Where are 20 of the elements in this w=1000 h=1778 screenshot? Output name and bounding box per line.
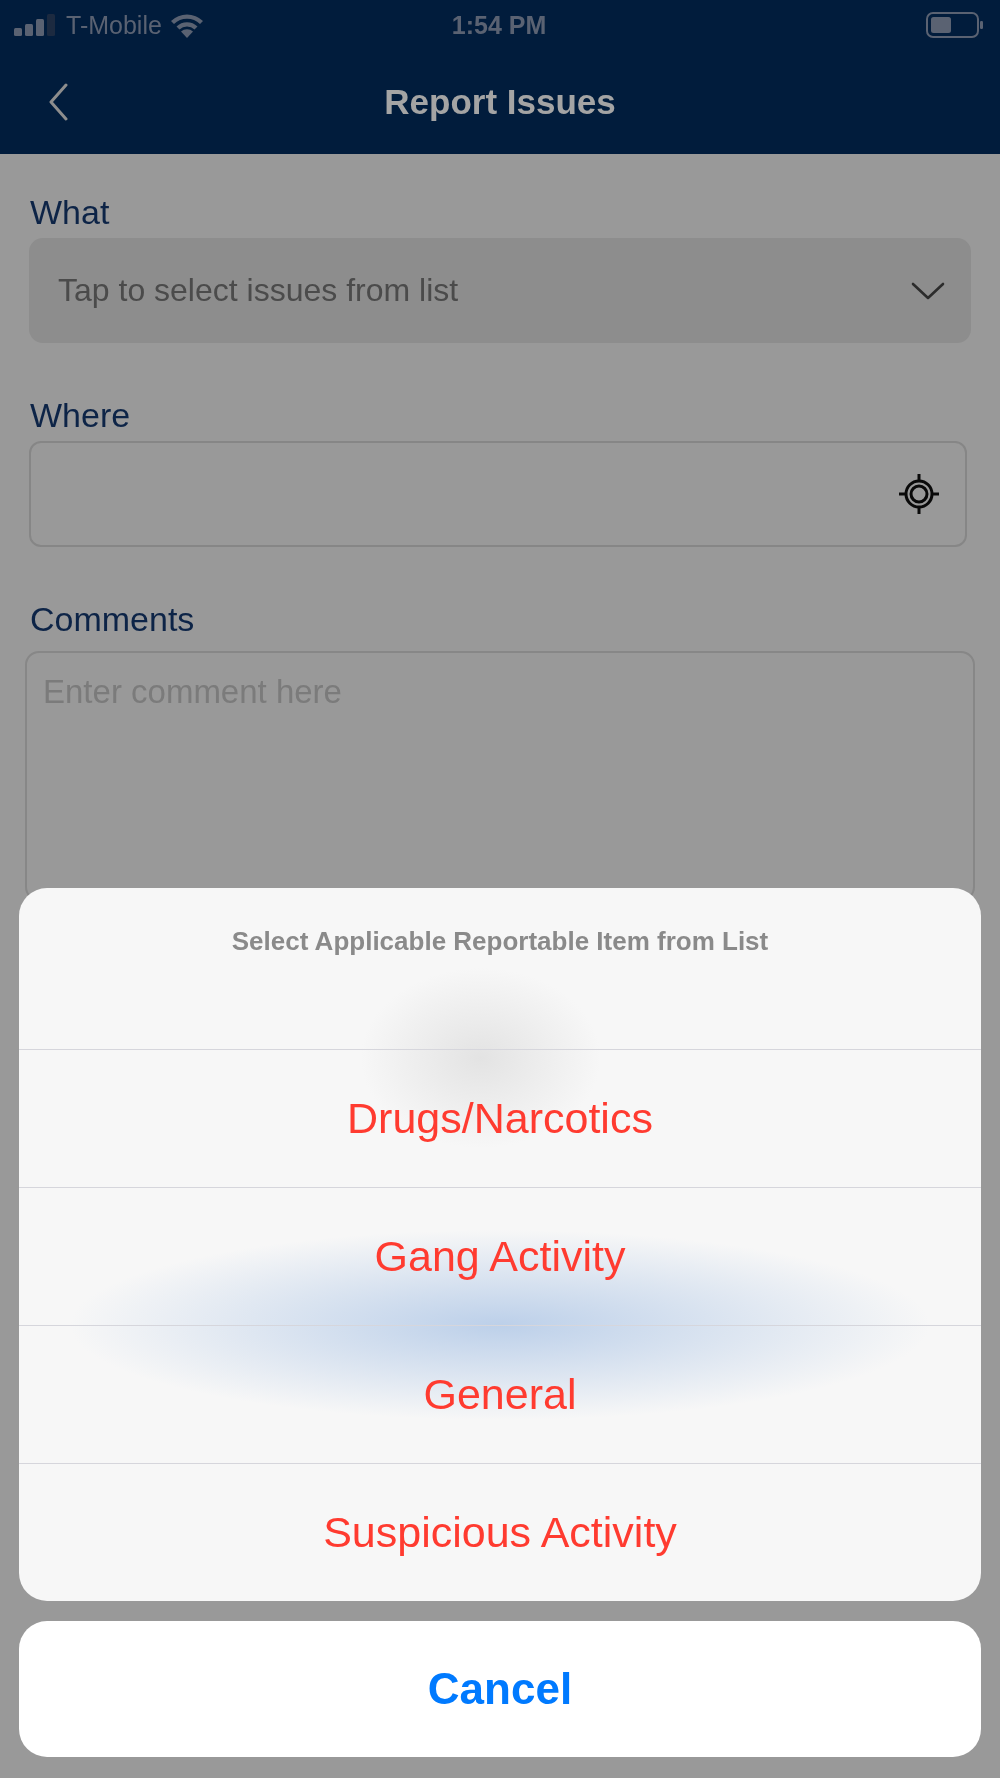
screen-title: Report Issues xyxy=(383,82,617,122)
location-crosshair-icon[interactable] xyxy=(899,474,939,514)
action-sheet-title: Select Applicable Reportable Item from List xyxy=(231,926,769,956)
signal-icon xyxy=(14,14,58,36)
issue-option[interactable]: Gang Activity xyxy=(19,1187,981,1325)
chevron-down-icon xyxy=(911,281,945,300)
status-time: 1:54 PM xyxy=(451,10,547,40)
field-label: Comments xyxy=(30,599,195,640)
carrier-name: T-Mobile xyxy=(66,10,162,40)
field-label: What xyxy=(30,192,110,233)
back-chevron-icon xyxy=(48,83,68,121)
issue-option[interactable]: General xyxy=(19,1325,981,1463)
location-field[interactable] xyxy=(29,441,967,547)
issue-option[interactable]: Suspicious Activity xyxy=(19,1463,981,1601)
cancel-button[interactable]: Cancel xyxy=(19,1621,981,1757)
wifi-icon xyxy=(169,12,204,38)
battery-icon xyxy=(926,12,984,38)
issue-select-field[interactable]: Tap to select issues from list xyxy=(29,238,971,343)
issue-option[interactable]: Drugs/Narcotics xyxy=(19,1049,981,1187)
field-label: Where xyxy=(30,395,131,436)
